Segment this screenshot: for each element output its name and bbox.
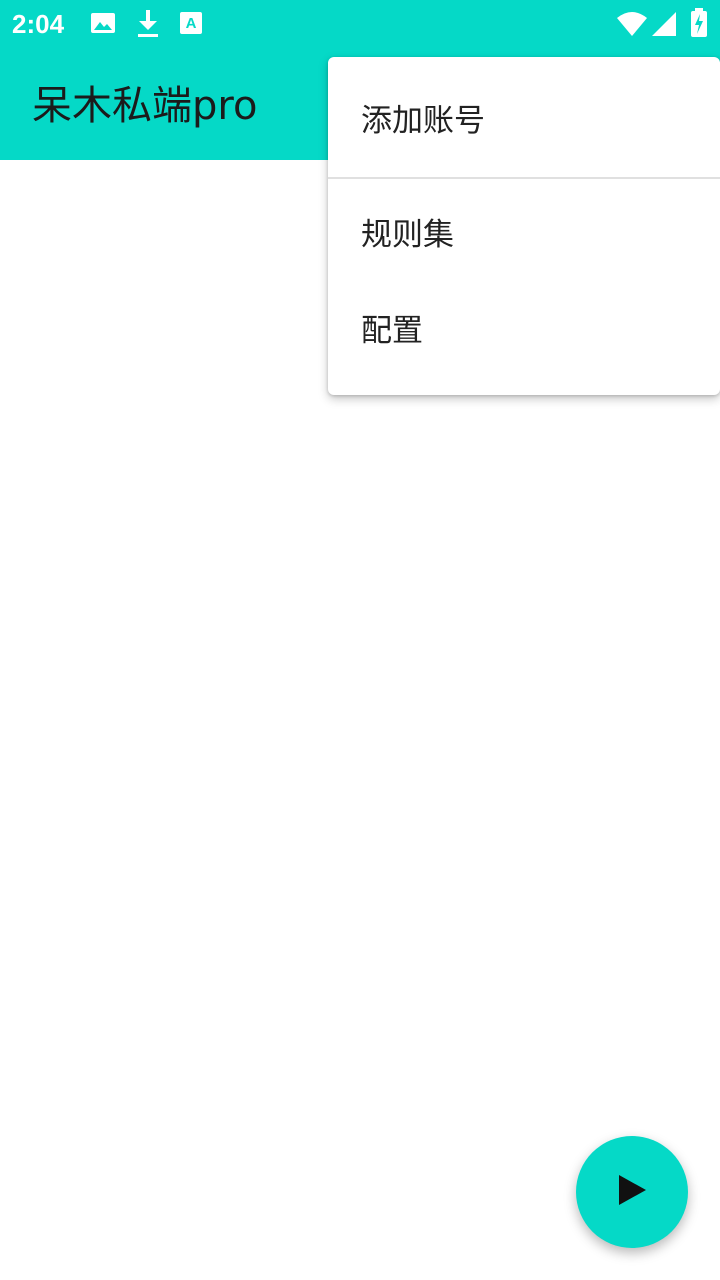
app-title: 呆木私端pro [32, 83, 258, 129]
signal-icon [652, 12, 678, 40]
battery-charging-icon [690, 8, 708, 42]
wifi-icon [616, 11, 648, 41]
menu-item-label: 配置 [361, 313, 423, 349]
overflow-menu: 添加账号 规则集 配置 [328, 57, 720, 395]
a-badge-icon: A [180, 10, 202, 40]
download-icon [136, 10, 160, 42]
menu-item-rule-set[interactable]: 规则集 [328, 201, 720, 269]
menu-divider [328, 177, 720, 179]
menu-item-add-account[interactable]: 添加账号 [328, 87, 720, 155]
image-icon [90, 10, 116, 40]
menu-item-label: 添加账号 [361, 103, 485, 139]
svg-text:A: A [186, 15, 197, 32]
play-icon [615, 1172, 649, 1212]
status-time: 2:04 [12, 9, 65, 39]
status-bar: 2:04 A [0, 0, 720, 48]
play-fab-button[interactable] [576, 1136, 688, 1248]
menu-item-label: 规则集 [361, 217, 454, 253]
menu-item-config[interactable]: 配置 [328, 297, 720, 365]
screen: 2:04 A 呆木私端pro 添加账号 规则集 配置 [0, 0, 720, 1280]
